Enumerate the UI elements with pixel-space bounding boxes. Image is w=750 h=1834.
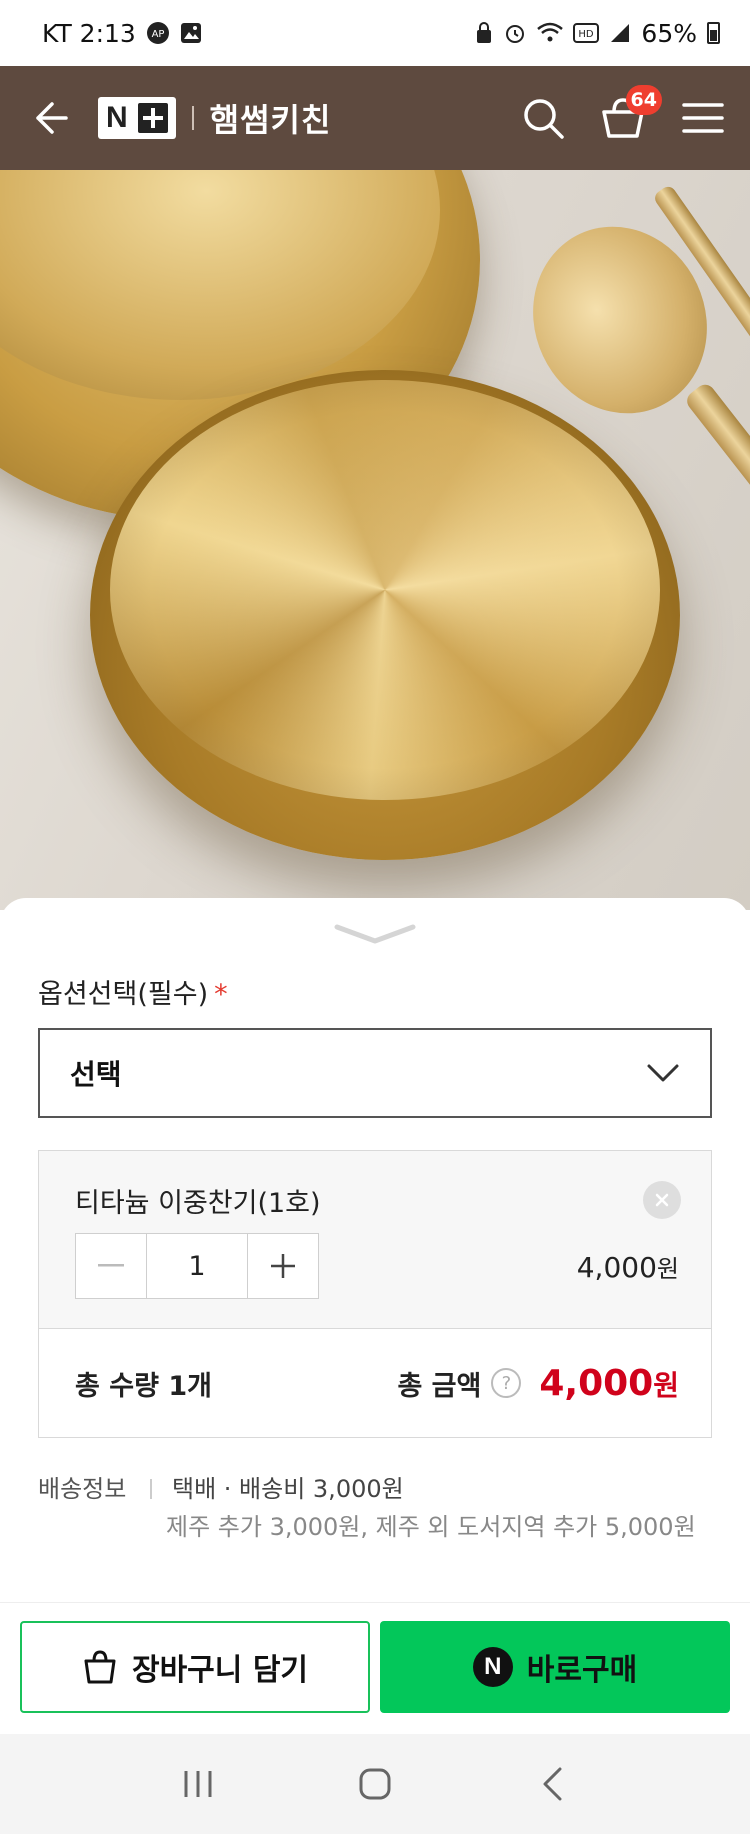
cart-count-badge: 64 — [625, 85, 662, 115]
option-sheet: 옵션선택(필수) * 선택 티타늄 이중찬기(1호) 1 4,000원 총 수량… — [0, 898, 750, 1620]
status-left: KT 2:13 AP — [42, 19, 202, 48]
spoon-handle-photo — [683, 380, 750, 589]
chevron-down-icon — [334, 924, 416, 944]
quantity-value[interactable]: 1 — [146, 1234, 248, 1298]
search-button[interactable] — [520, 95, 566, 141]
naver-plus-logo[interactable]: N — [98, 97, 176, 139]
back-button[interactable] — [28, 96, 72, 140]
item-price-unit: 원 — [656, 1255, 679, 1283]
recent-apps-icon — [184, 1771, 212, 1797]
back-nav-button[interactable] — [522, 1754, 582, 1814]
shipping-info: 배송정보 택배 · 배송비 3,000원 제주 추가 3,000원, 제주 외 … — [38, 1470, 696, 1546]
chevron-down-icon — [646, 1063, 680, 1083]
total-amount-value: 4,000 — [539, 1362, 654, 1404]
help-icon[interactable]: ? — [491, 1368, 522, 1398]
buy-now-label: 바로구매 — [526, 1653, 638, 1688]
gallery-notification-icon — [180, 22, 202, 44]
wifi-icon — [537, 22, 564, 44]
decrease-quantity-button[interactable] — [76, 1234, 146, 1298]
carrier-time: KT 2:13 — [42, 18, 136, 48]
signal-icon — [609, 22, 631, 44]
plus-icon — [137, 103, 168, 133]
total-quantity: 총 수량 1개 — [75, 1370, 212, 1402]
status-right: HD 65% — [475, 19, 720, 48]
app-notification-icon: AP — [146, 21, 170, 45]
item-price-value: 4,000 — [576, 1251, 657, 1284]
logo-letter: N — [106, 101, 128, 134]
item-price: 4,000원 — [577, 1249, 679, 1284]
required-mark: * — [214, 979, 228, 1010]
store-name[interactable]: 햄썸키친 — [210, 95, 332, 141]
quantity-stepper: 1 — [75, 1233, 319, 1299]
selected-item: 티타늄 이중찬기(1호) 1 4,000원 — [39, 1151, 711, 1329]
status-bar: KT 2:13 AP HD 65% — [0, 0, 750, 66]
shipping-title: 배송정보 — [38, 1475, 127, 1503]
home-button[interactable] — [345, 1754, 405, 1814]
cart-button[interactable]: 64 — [600, 85, 662, 141]
plus-icon — [271, 1254, 295, 1278]
remove-item-button[interactable] — [643, 1181, 681, 1219]
minus-icon — [98, 1264, 124, 1267]
shopping-bag-icon — [84, 1650, 116, 1684]
header-actions: 64 — [520, 85, 726, 141]
sheet-collapse-handle[interactable] — [333, 920, 417, 948]
arrow-left-icon — [36, 102, 68, 134]
close-icon — [655, 1193, 669, 1207]
shipping-divider — [150, 1479, 152, 1499]
search-icon — [524, 99, 564, 139]
increase-quantity-button[interactable] — [248, 1234, 318, 1298]
add-to-cart-button[interactable]: 장바구니 담기 — [20, 1621, 370, 1713]
app-header: N 햄썸키친 64 — [0, 66, 750, 170]
total-amount-group: 총 금액 ? 4,000원 — [397, 1363, 679, 1404]
shipping-extra-fee: 제주 추가 3,000원, 제주 외 도서지역 추가 5,000원 — [166, 1513, 696, 1541]
buy-now-button[interactable]: N 바로구매 — [380, 1621, 730, 1713]
total-amount: 4,000원 — [539, 1363, 679, 1404]
bowl-photo-inner — [110, 380, 660, 800]
purchase-action-bar: 장바구니 담기 N 바로구매 — [0, 1602, 750, 1728]
option-label: 옵션선택(필수) * — [38, 972, 228, 1011]
shipping-row: 배송정보 택배 · 배송비 3,000원 — [38, 1470, 696, 1508]
alarm-icon — [503, 21, 527, 45]
total-amount-unit: 원 — [653, 1368, 679, 1402]
order-total: 총 수량 1개 총 금액 ? 4,000원 — [39, 1329, 711, 1437]
selected-item-card: 티타늄 이중찬기(1호) 1 4,000원 총 수량 1개 총 금액 ? 4,0… — [38, 1150, 712, 1438]
svg-text:AP: AP — [151, 29, 164, 40]
total-amount-label: 총 금액 — [397, 1370, 482, 1402]
option-label-text: 옵션선택(필수) — [38, 979, 209, 1010]
naver-pay-icon: N — [472, 1647, 513, 1687]
item-name: 티타늄 이중찬기(1호) — [75, 1188, 321, 1219]
option-select[interactable]: 선택 — [38, 1028, 712, 1118]
option-select-value: 선택 — [70, 1058, 122, 1091]
battery-icon — [707, 22, 720, 44]
lock-icon — [475, 22, 493, 44]
system-navigation-bar — [0, 1734, 750, 1834]
battery-percent: 65% — [641, 18, 697, 48]
hamburger-icon — [682, 103, 724, 133]
menu-button[interactable] — [680, 95, 726, 141]
hd-icon: HD — [573, 23, 600, 43]
product-image[interactable] — [0, 170, 750, 910]
add-to-cart-label: 장바구니 담기 — [131, 1653, 309, 1688]
home-icon — [359, 1768, 391, 1800]
recent-apps-button[interactable] — [168, 1754, 228, 1814]
logo-divider — [191, 106, 194, 130]
shipping-fee: 택배 · 배송비 3,000원 — [172, 1475, 404, 1503]
svg-text:HD: HD — [579, 29, 595, 40]
chevron-left-icon — [543, 1767, 562, 1801]
